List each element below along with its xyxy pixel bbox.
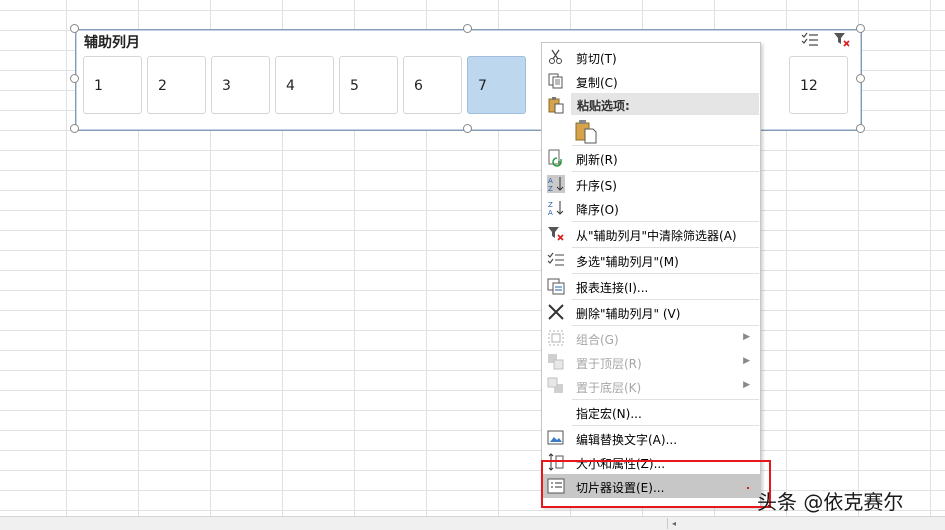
sort-ascending-icon: AZ: [547, 175, 565, 193]
menu-item-assign-macro[interactable]: 指定宏(N)...: [542, 400, 760, 424]
status-bar: [0, 516, 945, 530]
refresh-icon: [547, 149, 565, 167]
menu-label-group: 组合(G): [576, 333, 619, 347]
menu-item-sort-asc[interactable]: AZ 升序(S): [542, 172, 760, 196]
watermark: 头条 @依克赛尔: [757, 490, 904, 514]
menu-label-assign-macro: 指定宏(N)...: [576, 407, 642, 421]
menu-label-bring-to-front: 置于顶层(R): [576, 357, 642, 371]
submenu-arrow-icon: ▶: [743, 356, 750, 366]
menu-label-sort-desc: 降序(O): [576, 203, 619, 217]
menu-item-sort-desc[interactable]: ZA 降序(O): [542, 196, 760, 220]
menu-item-clear-filter[interactable]: 从"辅助列月"中清除筛选器(A): [542, 222, 760, 246]
menu-label-multi-select: 多选"辅助列月"(M): [576, 255, 679, 269]
submenu-arrow-icon: ▶: [743, 332, 750, 342]
report-connections-icon: [547, 277, 565, 295]
resize-handle-bottom-right[interactable]: [856, 124, 865, 133]
menu-label-copy: 复制(C): [576, 76, 618, 90]
menu-item-copy[interactable]: 复制(C): [542, 69, 760, 93]
menu-label-refresh: 刷新(R): [576, 153, 618, 167]
svg-text:Z: Z: [548, 185, 553, 193]
clipboard-icon: [547, 96, 565, 114]
resize-handle-top-left[interactable]: [70, 24, 79, 33]
svg-text:A: A: [548, 177, 553, 185]
svg-text:Z: Z: [548, 201, 553, 209]
clear-filter-icon[interactable]: [832, 31, 852, 49]
delete-x-icon: [547, 303, 565, 321]
svg-text:A: A: [548, 209, 553, 217]
menu-item-paste-options: 粘贴选项:: [542, 93, 760, 117]
multi-select-icon[interactable]: [800, 31, 820, 49]
slicer-item-6[interactable]: 6: [403, 56, 462, 114]
scissors-icon: [547, 48, 565, 66]
sort-descending-icon: ZA: [547, 199, 565, 217]
copy-icon: [547, 72, 565, 90]
menu-label-edit-alt-text: 编辑替换文字(A)...: [576, 433, 678, 447]
slicer-item-12[interactable]: 12: [789, 56, 848, 114]
menu-item-send-to-back[interactable]: 置于底层(K) ▶: [542, 374, 760, 398]
slicer-title: 辅助列月: [84, 35, 140, 51]
slicer-item-1[interactable]: 1: [83, 56, 142, 114]
bring-to-front-icon: [547, 353, 565, 371]
menu-item-group[interactable]: 组合(G) ▶: [542, 326, 760, 350]
resize-handle-right[interactable]: [856, 74, 865, 83]
paste-options-header: 粘贴选项:: [571, 93, 759, 115]
send-to-back-icon: [547, 377, 565, 395]
context-menu: 剪切(T) 复制(C) 粘贴选项: 刷新(R) AZ 升序(S) ZA 降序(O…: [541, 42, 761, 507]
resize-handle-left[interactable]: [70, 74, 79, 83]
resize-handle-top-right[interactable]: [856, 24, 865, 33]
slicer-item-7[interactable]: 7: [467, 56, 526, 114]
menu-label-cut: 剪切(T): [576, 52, 617, 66]
menu-label-delete: 删除"辅助列月" (V): [576, 307, 681, 321]
annotation-highlight-box: [541, 460, 771, 508]
menu-label-clear-filter: 从"辅助列月"中清除筛选器(A): [576, 229, 737, 243]
annotation-dot: [747, 487, 749, 489]
slicer-item-5[interactable]: 5: [339, 56, 398, 114]
resize-handle-top[interactable]: [463, 24, 472, 33]
group-icon: [547, 329, 565, 347]
multi-select-icon: [547, 251, 565, 269]
menu-item-multi-select[interactable]: 多选"辅助列月"(M): [542, 248, 760, 272]
menu-item-bring-to-front[interactable]: 置于顶层(R) ▶: [542, 350, 760, 374]
scroll-left-arrow[interactable]: ◂: [667, 518, 680, 529]
menu-label-report-connections: 报表连接(I)...: [576, 281, 649, 295]
menu-item-edit-alt-text[interactable]: 编辑替换文字(A)...: [542, 426, 760, 450]
menu-label-sort-asc: 升序(S): [576, 179, 617, 193]
slicer-item-4[interactable]: 4: [275, 56, 334, 114]
menu-item-refresh[interactable]: 刷新(R): [542, 146, 760, 170]
submenu-arrow-icon: ▶: [743, 380, 750, 390]
menu-item-cut[interactable]: 剪切(T): [542, 45, 760, 69]
clear-filter-icon: [547, 225, 565, 243]
alt-text-icon: [547, 429, 565, 447]
resize-handle-bottom[interactable]: [463, 124, 472, 133]
menu-label-paste-options: 粘贴选项:: [577, 99, 630, 113]
menu-item-report-connections[interactable]: 报表连接(I)...: [542, 274, 760, 298]
resize-handle-bottom-left[interactable]: [70, 124, 79, 133]
slicer-item-3[interactable]: 3: [211, 56, 270, 114]
menu-label-send-to-back: 置于底层(K): [576, 381, 642, 395]
slicer-item-2[interactable]: 2: [147, 56, 206, 114]
paste-option-button[interactable]: [575, 120, 597, 144]
menu-item-delete[interactable]: 删除"辅助列月" (V): [542, 300, 760, 324]
